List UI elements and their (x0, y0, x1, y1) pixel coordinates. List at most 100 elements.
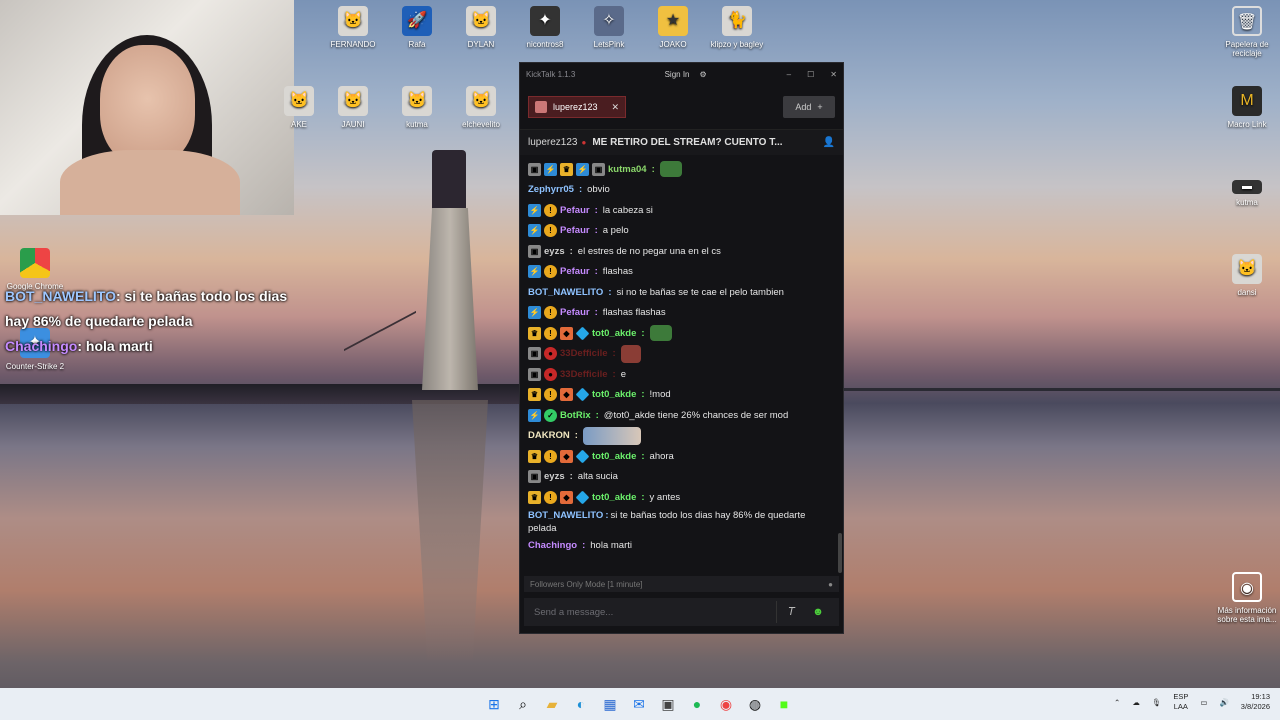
chat-message[interactable]: ♛! ◆ tot0_akde: y antes (528, 487, 835, 508)
gear-icon[interactable]: ⚙ (700, 70, 707, 79)
kutma-icon[interactable]: 🐱 kutma (382, 86, 452, 129)
red-badge-icon: ● (544, 367, 557, 381)
macro-link-icon[interactable]: M Macro Link (1212, 86, 1280, 129)
close-icon[interactable]: ✕ (830, 70, 837, 79)
recycle-bin-icon[interactable]: 🗑 Papelera de reciclaje (1212, 6, 1280, 58)
edge-icon[interactable]: ◐ (569, 692, 593, 716)
sub-badge-icon: ⚡ (528, 408, 541, 422)
store-icon[interactable]: ▦ (598, 692, 622, 716)
info-circle-icon[interactable]: ● (828, 580, 833, 589)
chrome-taskbar-icon[interactable]: ◉ (714, 692, 738, 716)
chat-username[interactable]: BOT_NAWELITO (528, 510, 603, 521)
chat-message[interactable]: ⚡! Pefaur: flashas flashas (528, 303, 835, 324)
counter-strike-icon[interactable]: ✧ LetsPink (574, 6, 644, 49)
chat-message[interactable]: ⚡ ✓ BotRix: @tot0_akde tiene 26% chances de… (528, 405, 835, 426)
chat-message[interactable]: ▣ eyzs: el estres de no pegar una en el cs (528, 241, 835, 262)
chevron-up-icon[interactable]: ⌃ (1114, 698, 1120, 707)
info-icon[interactable]: ◉ Más información sobre esta ima... (1212, 572, 1280, 624)
chat-username[interactable]: tot0_akde (592, 491, 636, 504)
kutma-right-icon[interactable]: ▬ kutma (1212, 180, 1280, 207)
chat-message[interactable]: BOT_NAWELITO: si no te bañas se te cae el… (528, 282, 835, 303)
chat-username[interactable]: kutma04 (608, 163, 647, 176)
chat-message[interactable]: ♛! ◆ tot0_akde: !mod (528, 385, 835, 406)
volume-icon[interactable]: 🔊 (1219, 698, 1228, 707)
chat-messages[interactable]: ▣ ⚡ ♛ ⚡ ▣ kutma04: Zephyrr05: obvio ⚡! Pefaur: la … (520, 159, 843, 573)
microphone-icon[interactable]: 🎙 (1152, 698, 1162, 707)
chat-username[interactable]: Zephyrr05 (528, 183, 574, 196)
scrollbar[interactable] (838, 533, 842, 573)
chat-username[interactable]: tot0_akde (592, 327, 636, 340)
chat-message[interactable]: Zephyrr05: obvio (528, 180, 835, 201)
user-icon[interactable]: 👤 (823, 137, 835, 148)
chat-text: @tot0_akde tiene 26% chances de ser mod (603, 409, 789, 421)
chat-message[interactable]: BOT_NAWELITO: si te bañas todo los dias h… (528, 508, 835, 536)
chat-message[interactable]: ▣ eyzs: alta sucia (528, 467, 835, 488)
translate-icon[interactable]: 𝑇 (781, 601, 803, 623)
bot-badge-icon: ✓ (544, 408, 557, 422)
chat-message[interactable]: Chachingo: hola marti (528, 536, 835, 557)
dansi-icon[interactable]: 🐱 dansi (1212, 254, 1280, 297)
cloud-icon[interactable]: ☁ (1132, 698, 1140, 707)
chat-username[interactable]: BOT_NAWELITO (528, 286, 603, 299)
message-input[interactable] (534, 606, 770, 618)
stumble-guys-icon[interactable]: ★ JOAKO (638, 6, 708, 49)
elchevelito-icon[interactable]: 🐱 elchevelito (446, 86, 516, 129)
close-tab-icon[interactable]: ✕ (611, 102, 619, 113)
emoji-icon[interactable]: ☻ (807, 601, 829, 623)
chat-username[interactable]: eyzs (544, 470, 565, 483)
chat-message[interactable]: ▣ ⚡ ♛ ⚡ ▣ kutma04: (528, 159, 835, 180)
chat-username[interactable]: Chachingo (528, 539, 577, 552)
chat-username[interactable]: tot0_akde (592, 388, 636, 401)
chat-username[interactable]: Pefaur (560, 265, 590, 278)
gold-badge-icon: ! (544, 326, 557, 340)
chat-username[interactable]: Pefaur (560, 204, 590, 217)
gold-badge-icon: ! (544, 388, 557, 402)
search-icon[interactable]: ⌕ (511, 692, 535, 716)
chat-username[interactable]: eyzs (544, 245, 565, 258)
kicktalk-taskbar-icon[interactable]: ■ (772, 692, 796, 716)
maximize-icon[interactable]: ☐ (807, 70, 814, 79)
chat-message[interactable]: ⚡! Pefaur: la cabeza si (528, 200, 835, 221)
chat-message[interactable]: ⚡! Pefaur: a pelo (528, 221, 835, 242)
streamer-name[interactable]: luperez123 (528, 137, 577, 148)
spotify-icon[interactable]: ● (685, 692, 709, 716)
steam-icon[interactable]: ◍ (743, 692, 767, 716)
diamond-badge-icon (575, 490, 590, 505)
obs-icon[interactable]: ▣ (656, 692, 680, 716)
chat-username[interactable]: BotRix (560, 409, 591, 422)
chat-message[interactable]: ▣ ● 33Defficile: e (528, 364, 835, 385)
gray-badge-icon: ▣ (528, 162, 541, 176)
chat-username[interactable]: tot0_akde (592, 450, 636, 463)
stream-overlay-chat: BOT_NAWELITO: si te bañas todo los dias … (5, 284, 295, 359)
chat-username[interactable]: 33Defficile (560, 368, 608, 381)
jauni-icon[interactable]: 🐱 JAUNI (318, 86, 388, 129)
network-icon[interactable]: ▭ (1200, 698, 1207, 707)
minimize-icon[interactable]: – (787, 70, 791, 79)
fernando-icon[interactable]: 🐱 FERNANDO (318, 6, 388, 49)
tab-luperez123[interactable]: luperez123 ✕ (528, 96, 626, 118)
chat-username[interactable]: 33Defficile (560, 347, 608, 360)
language-indicator[interactable]: ESP LAA (1173, 692, 1188, 712)
start-icon[interactable]: ⊞ (482, 692, 506, 716)
chat-text: flashas flashas (602, 307, 666, 319)
nicontros-icon[interactable]: ✦ nicontros8 (510, 6, 580, 49)
klipzo-icon[interactable]: 🐈 klipzo y bagley (702, 6, 772, 49)
chat-text: alta sucia (577, 471, 618, 483)
outlook-icon[interactable]: ✉ (627, 692, 651, 716)
chat-message[interactable]: ♛! ◆ tot0_akde: ahora (528, 446, 835, 467)
chat-message[interactable]: ⚡! Pefaur: flashas (528, 262, 835, 283)
rocket-league-icon[interactable]: 🚀 Rafa (382, 6, 452, 49)
add-channel-button[interactable]: Add + (783, 96, 835, 118)
chat-message[interactable]: ▣ ● 33Defficile: (528, 344, 835, 365)
chat-username[interactable]: Pefaur (560, 224, 590, 237)
dylan-icon[interactable]: 🐱 DYLAN (446, 6, 516, 49)
clock[interactable]: 19:13 3/8/2026 (1241, 692, 1270, 712)
gray-badge-icon: ▣ (592, 162, 605, 176)
chat-username[interactable]: DAKRON (528, 429, 570, 442)
chat-username[interactable]: Pefaur (560, 306, 590, 319)
sign-in-button[interactable]: Sign In (665, 70, 690, 79)
chat-message[interactable]: ♛! ◆ tot0_akde: (528, 323, 835, 344)
chat-text: el estres de no pegar una en el cs (577, 245, 721, 257)
chat-message[interactable]: DAKRON: (528, 426, 835, 447)
file-explorer-icon[interactable]: ▰ (540, 692, 564, 716)
